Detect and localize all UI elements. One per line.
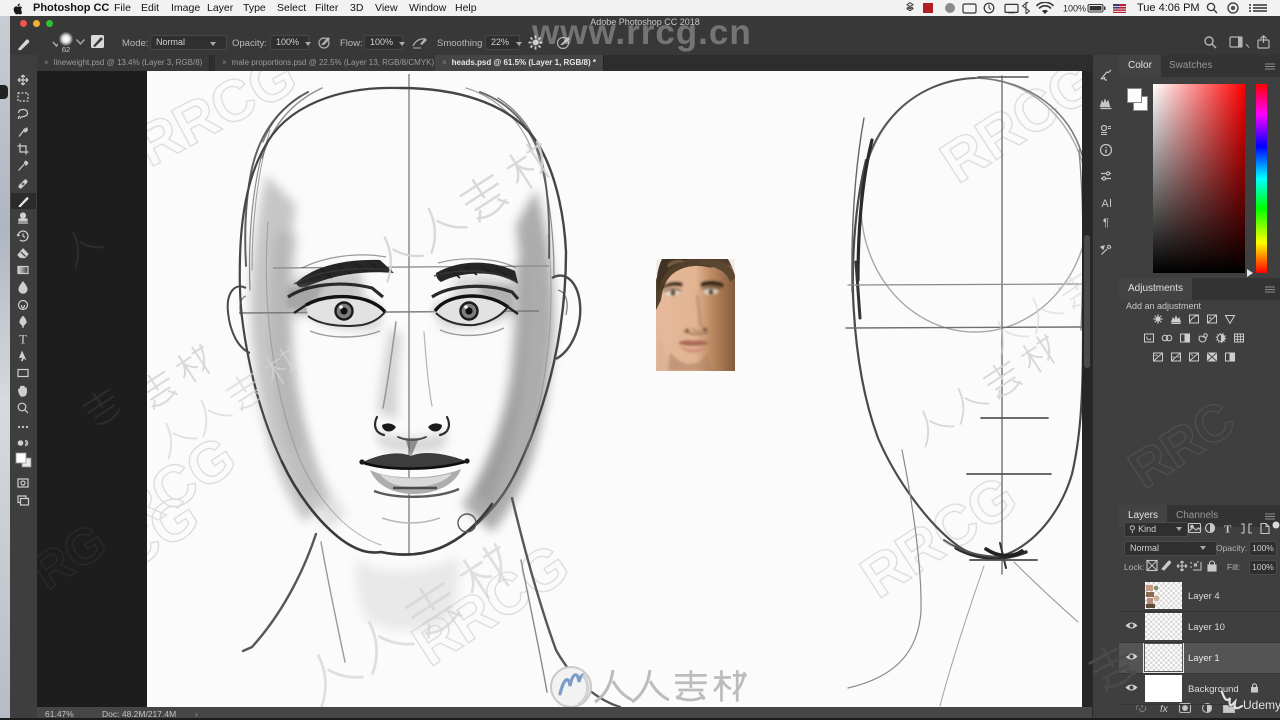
svg-text:T: T bbox=[19, 332, 27, 347]
svg-text:RG: RG bbox=[37, 512, 116, 600]
svg-text:A: A bbox=[1101, 198, 1109, 210]
svg-text:RRCG: RRCG bbox=[147, 71, 307, 179]
svg-text:fx: fx bbox=[1160, 704, 1169, 715]
svg-text:RRCG: RRCG bbox=[930, 71, 1082, 196]
svg-text:¶: ¶ bbox=[1103, 217, 1109, 229]
svg-text:T: T bbox=[1224, 524, 1232, 536]
svg-text:100%: 100% bbox=[1063, 4, 1086, 14]
svg-text:RRC: RRC bbox=[1119, 390, 1245, 500]
